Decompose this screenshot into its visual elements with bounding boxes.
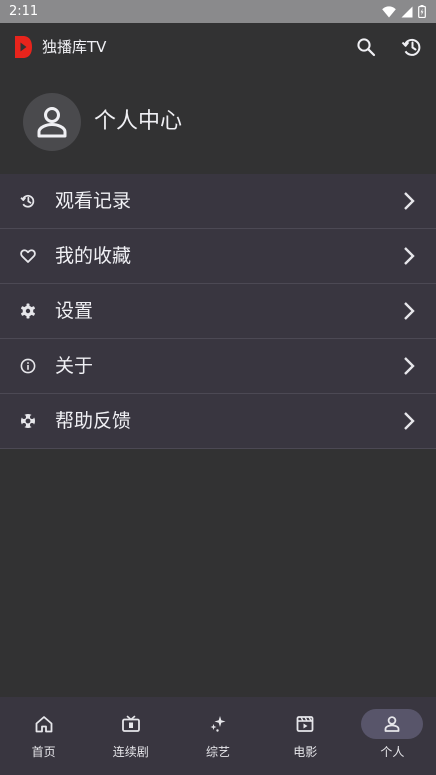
wifi-icon (382, 5, 396, 17)
app-bar: 独播库TV (0, 23, 436, 70)
app-logo (15, 36, 32, 58)
tv-icon (121, 715, 140, 732)
nav-item-series[interactable]: 连续剧 (87, 697, 174, 775)
signal-icon (401, 6, 413, 17)
gear-icon (19, 302, 37, 320)
person-icon (37, 107, 67, 138)
search-button[interactable] (353, 34, 379, 60)
avatar (23, 93, 81, 151)
menu-item-label: 帮助反馈 (55, 410, 132, 432)
menu-item-label: 关于 (55, 355, 94, 377)
nav-indicator (100, 709, 162, 739)
lifebuoy-icon (19, 412, 37, 430)
chevron-right-icon (404, 247, 415, 265)
chevron-right-icon (404, 192, 415, 210)
chevron-right-icon (404, 302, 415, 320)
menu-item-label: 设置 (55, 300, 94, 322)
nav-label: 综艺 (206, 745, 231, 759)
nav-item-home[interactable]: 首页 (0, 697, 87, 775)
nav-item-variety[interactable]: 综艺 (174, 697, 261, 775)
nav-label: 首页 (31, 745, 56, 759)
nav-label: 电影 (293, 745, 318, 759)
nav-item-profile[interactable]: 个人 (349, 697, 436, 775)
app-title: 独播库TV (42, 38, 107, 56)
menu-item-label: 我的收藏 (55, 245, 132, 267)
profile-header[interactable]: 个人中心 (0, 70, 436, 174)
history-button[interactable] (399, 34, 425, 60)
bottom-nav: 首页 连续剧 综艺 电影 个人 (0, 697, 436, 775)
menu-item-settings[interactable]: 设置 (0, 284, 436, 339)
info-icon (19, 357, 37, 375)
person-icon (385, 716, 400, 732)
nav-indicator (13, 709, 75, 739)
chevron-right-icon (404, 357, 415, 375)
battery-icon (418, 5, 426, 18)
chevron-right-icon (404, 412, 415, 430)
profile-title: 个人中心 (94, 109, 183, 134)
nav-label: 个人 (380, 745, 405, 759)
home-icon (35, 716, 52, 733)
heart-icon (19, 247, 37, 265)
nav-item-movies[interactable]: 电影 (262, 697, 349, 775)
settings-menu: 观看记录 我的收藏 设置 关于 帮助反馈 (0, 174, 436, 449)
history-icon (19, 192, 37, 210)
menu-item-watch-history[interactable]: 观看记录 (0, 174, 436, 229)
nav-label: 连续剧 (112, 745, 149, 759)
menu-item-about[interactable]: 关于 (0, 339, 436, 394)
nav-indicator (187, 709, 249, 739)
sparkle-icon (210, 716, 226, 732)
search-icon (357, 38, 376, 57)
menu-item-favorites[interactable]: 我的收藏 (0, 229, 436, 284)
movie-icon (296, 716, 314, 732)
status-icons (382, 5, 426, 18)
nav-indicator-active (361, 709, 424, 739)
nav-indicator (274, 709, 336, 739)
status-time: 2:11 (9, 4, 39, 19)
status-bar: 2:11 (0, 0, 436, 23)
history-icon (401, 38, 421, 56)
menu-item-label: 观看记录 (55, 190, 132, 212)
menu-item-help-feedback[interactable]: 帮助反馈 (0, 394, 436, 449)
